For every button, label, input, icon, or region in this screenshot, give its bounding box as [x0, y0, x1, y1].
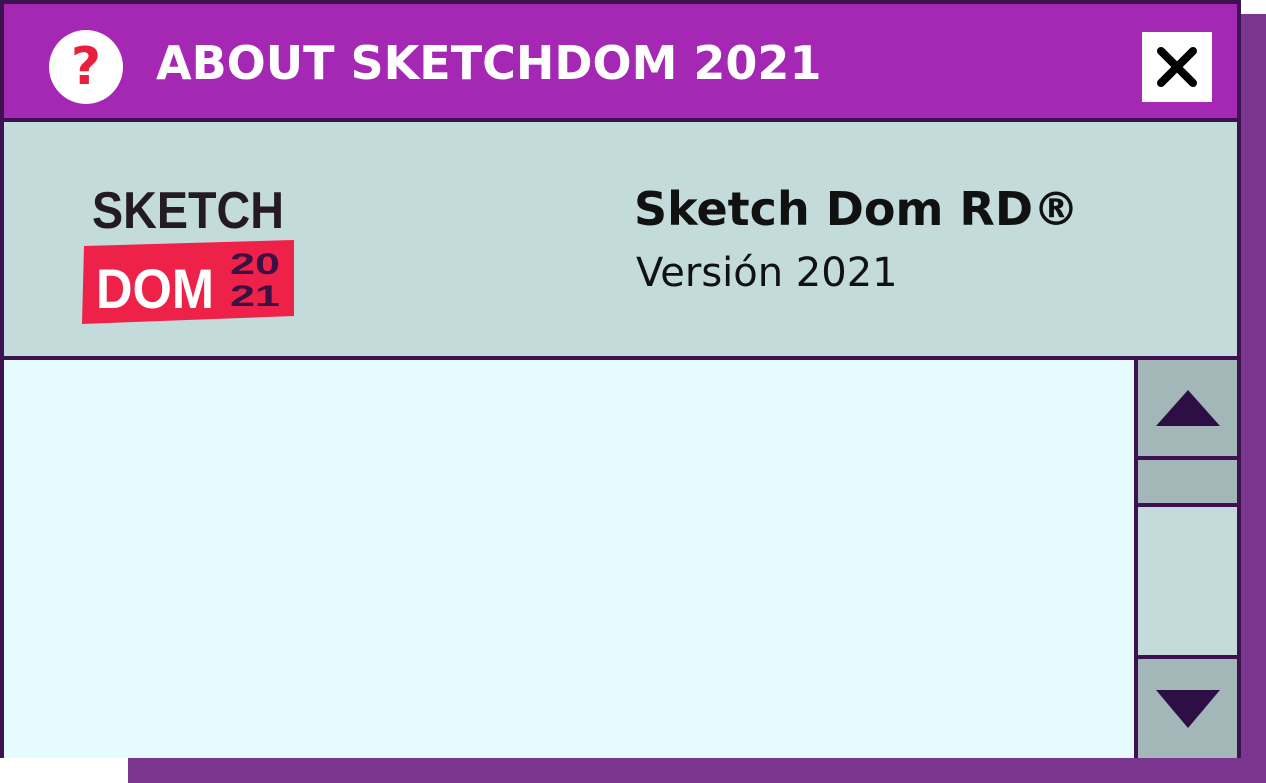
app-info-panel: SKETCH DOM 20 21 Sketch Dom RD® Versión … — [4, 122, 1237, 360]
app-name: Sketch Dom RD® — [634, 182, 1080, 236]
app-version: Versión 2021 — [636, 250, 898, 296]
help-icon: ? — [49, 30, 123, 104]
close-button[interactable] — [1142, 32, 1212, 102]
arrow-up-icon — [1155, 390, 1220, 426]
logo-year-top: 20 — [230, 248, 280, 281]
title-bar: ? ABOUT SKETCHDOM 2021 — [4, 4, 1237, 122]
sketchdom-logo: SKETCH DOM 20 21 — [82, 182, 294, 324]
arrow-down-icon — [1155, 689, 1220, 728]
question-mark-glyph: ? — [70, 37, 102, 97]
logo-year-bottom: 21 — [230, 280, 280, 313]
scroll-thumb[interactable] — [1138, 460, 1237, 507]
content-area[interactable] — [4, 360, 1134, 758]
vertical-scrollbar[interactable] — [1134, 360, 1237, 758]
logo-text-dom: DOM — [96, 257, 214, 320]
scroll-down-button[interactable] — [1138, 655, 1237, 758]
scroll-up-button[interactable] — [1138, 360, 1237, 460]
about-dialog: ? ABOUT SKETCHDOM 2021 SKETCH DOM 20 21 … — [0, 0, 1241, 758]
dialog-title: ABOUT SKETCHDOM 2021 — [156, 36, 822, 90]
scroll-track[interactable] — [1138, 507, 1237, 655]
close-icon — [1157, 47, 1197, 87]
logo-text-sketch: SKETCH — [92, 182, 284, 240]
